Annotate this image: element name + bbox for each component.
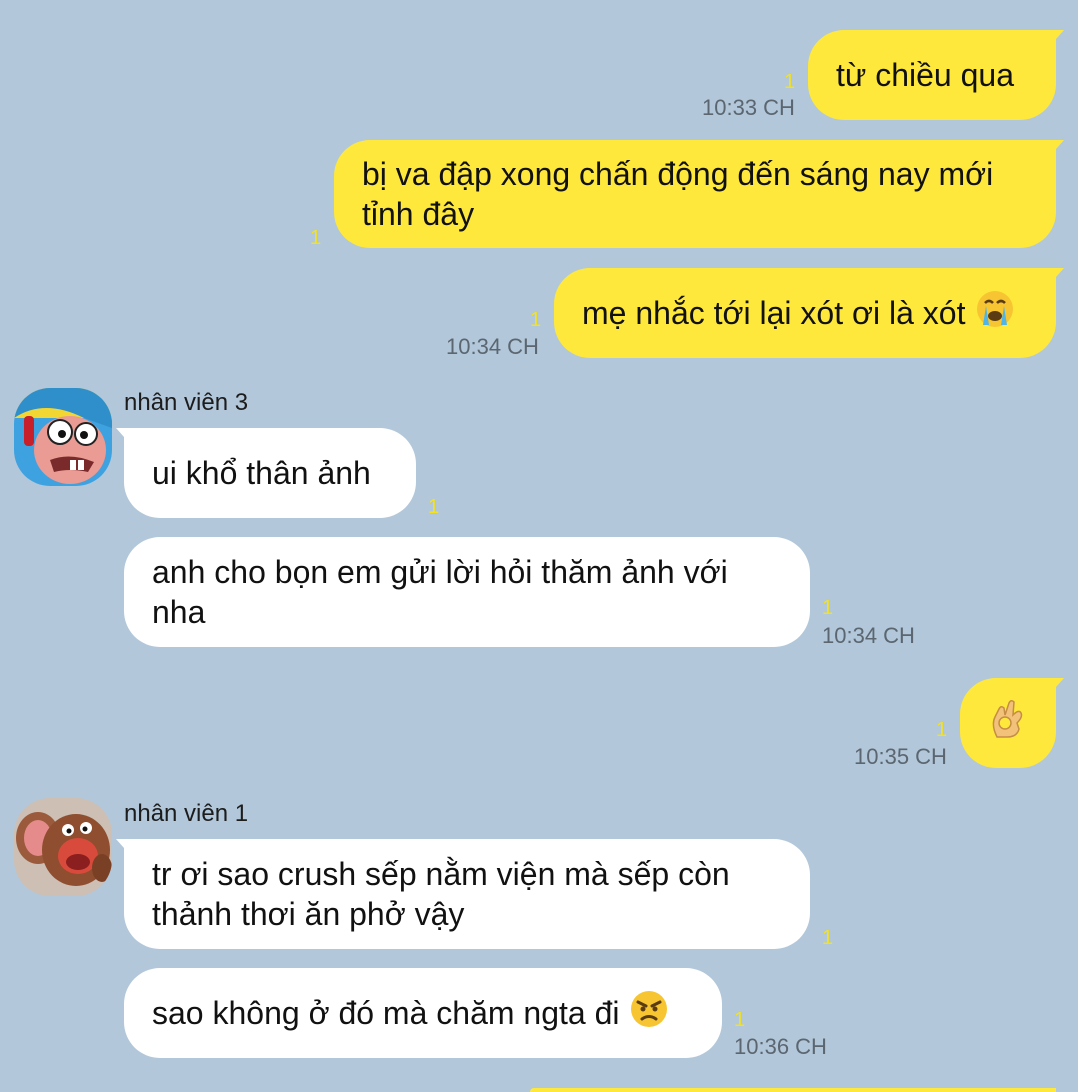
incoming-message-bubble[interactable]: sao không ở đó mà chăm ngta đi (124, 968, 722, 1058)
message-timestamp: 10:36 CH (734, 1034, 827, 1059)
message-text: bị va đập xong chấn động đến sáng nay mớ… (362, 156, 994, 232)
chat-area[interactable]: từ chiều qua 1 10:33 CH bị va đập xong c… (0, 0, 1078, 1092)
unread-count: 1 (734, 1009, 746, 1031)
message-timestamp: 10:34 CH (822, 623, 915, 648)
sender-name: nhân viên 1 (124, 800, 249, 827)
avatar[interactable] (14, 388, 112, 486)
message-text: tr ơi sao crush sếp nằm viện mà sếp còn … (152, 856, 730, 932)
outgoing-message-bubble[interactable]: bị va đập xong chấn động đến sáng nay mớ… (334, 140, 1064, 248)
unread-count: 1 (784, 71, 796, 93)
sender-name: nhân viên 3 (124, 389, 249, 416)
message-text: anh cho bọn em gửi lời hỏi thăm ảnh với … (152, 554, 728, 630)
outgoing-message-bubble[interactable]: mẹ nhắc tới lại xót ơi là xót (554, 268, 1064, 358)
unread-count: 1 (310, 227, 322, 249)
unread-count: 1 (936, 719, 948, 741)
message-timestamp: 10:34 CH (446, 334, 539, 359)
outgoing-message-bubble-partial[interactable] (530, 1088, 1056, 1092)
outgoing-message-bubble[interactable]: từ chiều qua (808, 30, 1064, 120)
message-text: ui khổ thân ảnh (152, 455, 371, 491)
cartoon-avatar-2-icon (14, 798, 112, 896)
incoming-message-bubble[interactable]: anh cho bọn em gửi lời hỏi thăm ảnh với … (124, 537, 810, 647)
cartoon-avatar-1-icon (14, 388, 112, 486)
unread-count: 1 (530, 309, 542, 331)
message-text: từ chiều qua (836, 57, 1014, 93)
incoming-message-bubble[interactable]: ui khổ thân ảnh (116, 428, 416, 518)
message-text: sao không ở đó mà chăm ngta đi (152, 995, 620, 1031)
angry-face-emoji (629, 989, 669, 1038)
message-timestamp: 10:35 CH (854, 744, 947, 769)
message-timestamp: 10:33 CH (702, 95, 795, 120)
unread-count: 1 (822, 597, 834, 619)
message-text: mẹ nhắc tới lại xót ơi là xót (582, 295, 966, 331)
unread-count: 1 (428, 496, 440, 518)
incoming-message-bubble[interactable]: tr ơi sao crush sếp nằm viện mà sếp còn … (116, 839, 810, 949)
outgoing-message-bubble[interactable] (960, 678, 1064, 768)
unread-count: 1 (822, 927, 834, 949)
ok-hand-emoji (989, 699, 1027, 748)
crying-face-emoji (975, 289, 1015, 338)
avatar[interactable] (14, 798, 112, 896)
